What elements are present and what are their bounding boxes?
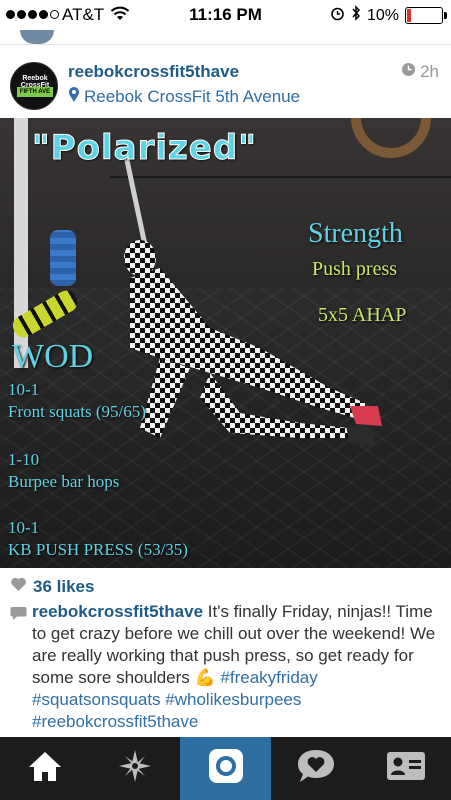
caption-username[interactable]: reebokcrossfit5thave: [32, 602, 203, 621]
compass-star-icon: [118, 749, 152, 788]
tab-news[interactable]: [271, 737, 361, 800]
post-location[interactable]: Reebok CrossFit 5th Avenue: [68, 86, 300, 108]
post-header: Reebok CrossFit FIFTH AVE reebokcrossfit…: [0, 52, 451, 112]
strength-label: Strength: [308, 218, 403, 249]
alarm-clock-icon: [330, 6, 345, 26]
post-username[interactable]: reebokcrossfit5thave: [68, 62, 239, 82]
time-ago-label: 2h: [420, 62, 439, 81]
profile-card-icon: [386, 751, 426, 786]
battery-icon: [405, 7, 447, 24]
post-photo[interactable]: "Polarized" Strength Push press 5x5 AHAP…: [0, 118, 451, 568]
previous-post-remnant: [0, 30, 451, 48]
wod-line: KB PUSH PRESS (53/35): [8, 540, 188, 559]
photo-title-text: "Polarized": [32, 128, 257, 169]
status-bar: AT&T 11:16 PM 10%: [0, 0, 451, 30]
tab-profile[interactable]: [361, 737, 451, 800]
avatar[interactable]: Reebok CrossFit FIFTH AVE: [10, 62, 58, 110]
likes-label: 36 likes: [33, 577, 95, 596]
wod-line: 10-1: [8, 518, 40, 537]
wod-label: WOD: [12, 338, 94, 375]
foam-roller: [50, 230, 76, 286]
camera-icon: [206, 746, 246, 791]
home-icon: [27, 750, 63, 787]
strength-movement: Push press: [312, 258, 398, 280]
avatar-logo-subtext: FIFTH AVE: [17, 87, 53, 97]
tab-explore[interactable]: [90, 737, 180, 800]
bottom-tab-bar: [0, 737, 451, 800]
wod-line: 10-1: [8, 380, 40, 399]
comment-bubble-icon: [10, 605, 27, 627]
previous-avatar: [20, 30, 54, 44]
post-time: 2h: [401, 62, 439, 82]
likes-count[interactable]: 36 likes: [10, 577, 94, 597]
battery-percent: 10%: [366, 6, 399, 24]
location-label: Reebok CrossFit 5th Avenue: [84, 87, 301, 106]
wod-line: 1-10: [8, 450, 40, 469]
wod-line: Burpee bar hops: [8, 472, 120, 491]
tab-camera[interactable]: [180, 737, 271, 800]
tab-home[interactable]: [0, 737, 90, 800]
hashtag-link[interactable]: #squatsonsquats: [32, 690, 161, 709]
wod-line: Front squats (95/65): [8, 402, 146, 421]
location-pin-icon: [68, 86, 80, 108]
speech-heart-icon: [296, 748, 336, 789]
bluetooth-icon: [351, 5, 361, 26]
heart-icon: [10, 577, 27, 597]
clock-icon: [401, 62, 416, 82]
hashtag-link[interactable]: #reebokcrossfit5thave: [32, 712, 198, 731]
strength-scheme: 5x5 AHAP: [318, 304, 407, 326]
hashtag-link[interactable]: #freakyfriday: [220, 668, 317, 687]
hashtag-link[interactable]: #wholikesburpees: [165, 690, 301, 709]
